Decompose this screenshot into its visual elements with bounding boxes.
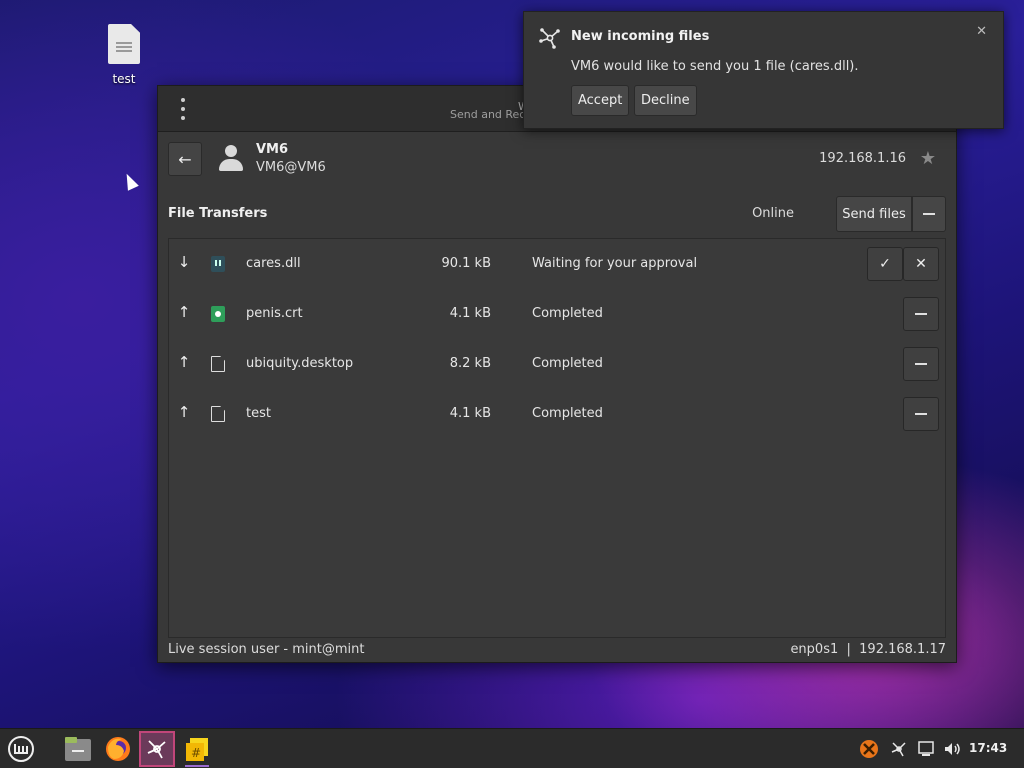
mint-menu-icon[interactable] bbox=[3, 731, 39, 767]
binary-file-icon bbox=[211, 256, 225, 272]
remove-transfer-button[interactable] bbox=[903, 347, 939, 381]
window-subtitle: Send and Rece bbox=[450, 108, 533, 121]
svg-text:#: # bbox=[191, 746, 201, 760]
session-info: Live session user - mint@mint bbox=[168, 642, 365, 657]
file-name: cares.dll bbox=[246, 256, 301, 271]
minus-icon bbox=[915, 363, 927, 365]
remove-transfer-button[interactable] bbox=[903, 297, 939, 331]
network-info: enp0s1 | 192.168.1.17 bbox=[790, 642, 946, 657]
back-button[interactable]: ← bbox=[168, 142, 202, 176]
list-item: ↑ ubiquity.desktop 8.2 kB Completed bbox=[169, 339, 945, 389]
arrow-up-icon: ↑ bbox=[177, 353, 191, 371]
minus-icon bbox=[915, 313, 927, 315]
peer-header: ← VM6 VM6@VM6 192.168.1.16 ★ bbox=[168, 142, 946, 176]
desktop-file-test[interactable]: test bbox=[98, 24, 150, 86]
text-file-icon bbox=[108, 24, 140, 64]
list-item: ↑ penis.crt 4.1 kB Completed bbox=[169, 289, 945, 339]
desktop-icon-label: test bbox=[112, 72, 136, 86]
text-file-icon bbox=[211, 356, 225, 372]
notification-body: VM6 would like to send you 1 file (cares… bbox=[571, 59, 859, 74]
file-status: Waiting for your approval bbox=[532, 256, 698, 271]
mouse-cursor-icon bbox=[121, 171, 139, 191]
star-icon[interactable]: ★ bbox=[920, 148, 936, 169]
peer-ip: 192.168.1.16 bbox=[819, 151, 906, 166]
peer-name: VM6 bbox=[256, 142, 289, 157]
minus-icon bbox=[915, 413, 927, 415]
statusbar: Live session user - mint@mint enp0s1 | 1… bbox=[168, 642, 946, 658]
close-icon[interactable]: ✕ bbox=[976, 24, 987, 39]
file-size: 90.1 kB bbox=[441, 256, 491, 271]
accept-transfer-button[interactable]: ✓ bbox=[867, 247, 903, 281]
status-badge: Online bbox=[752, 206, 794, 221]
files-icon[interactable] bbox=[60, 731, 96, 767]
send-files-button[interactable]: Send files bbox=[836, 196, 912, 232]
text-file-icon bbox=[211, 406, 225, 422]
transfers-title: File Transfers bbox=[168, 206, 268, 221]
list-item: ↑ test 4.1 kB Completed bbox=[169, 389, 945, 439]
network-share-icon[interactable] bbox=[890, 740, 908, 758]
network-icon[interactable] bbox=[917, 740, 935, 758]
update-icon[interactable] bbox=[858, 738, 880, 760]
warpinator-icon[interactable] bbox=[139, 731, 175, 767]
collapse-button[interactable] bbox=[912, 196, 946, 232]
list-item: ↓ cares.dll 90.1 kB Waiting for your app… bbox=[169, 239, 945, 289]
transfers-bar: File Transfers Online Send files bbox=[168, 196, 946, 232]
file-size: 4.1 kB bbox=[449, 306, 491, 321]
notes-icon[interactable]: # bbox=[179, 731, 215, 767]
arrow-left-icon: ← bbox=[178, 149, 192, 169]
avatar-icon bbox=[218, 145, 244, 173]
clock[interactable]: 17:43 bbox=[969, 741, 1007, 755]
file-name: penis.crt bbox=[246, 306, 303, 321]
menu-icon[interactable] bbox=[176, 98, 190, 120]
minus-icon bbox=[923, 213, 935, 215]
warpinator-window: W Send and Rece ← VM6 VM6@VM6 192.168.1.… bbox=[157, 85, 957, 663]
file-status: Completed bbox=[532, 356, 603, 371]
transfer-list: ↓ cares.dll 90.1 kB Waiting for your app… bbox=[168, 238, 946, 638]
peer-user: VM6@VM6 bbox=[256, 160, 326, 175]
accept-button[interactable]: Accept bbox=[571, 85, 630, 116]
file-status: Completed bbox=[532, 306, 603, 321]
file-size: 8.2 kB bbox=[449, 356, 491, 371]
decline-button[interactable]: Decline bbox=[634, 85, 697, 116]
warpinator-icon bbox=[539, 28, 560, 49]
firefox-icon[interactable] bbox=[100, 731, 136, 767]
close-icon: ✕ bbox=[915, 256, 927, 272]
taskbar: # 17:43 bbox=[0, 728, 1024, 768]
certificate-file-icon bbox=[211, 306, 225, 322]
notification-title: New incoming files bbox=[571, 29, 710, 44]
volume-icon[interactable] bbox=[943, 740, 961, 758]
file-size: 4.1 kB bbox=[449, 406, 491, 421]
arrow-up-icon: ↑ bbox=[177, 403, 191, 421]
remove-transfer-button[interactable] bbox=[903, 397, 939, 431]
file-name: ubiquity.desktop bbox=[246, 356, 354, 371]
arrow-up-icon: ↑ bbox=[177, 303, 191, 321]
file-name: test bbox=[246, 406, 271, 421]
check-icon: ✓ bbox=[879, 256, 891, 272]
notification-popup: New incoming files VM6 would like to sen… bbox=[523, 11, 1004, 129]
decline-transfer-button[interactable]: ✕ bbox=[903, 247, 939, 281]
arrow-down-icon: ↓ bbox=[177, 253, 191, 271]
file-status: Completed bbox=[532, 406, 603, 421]
